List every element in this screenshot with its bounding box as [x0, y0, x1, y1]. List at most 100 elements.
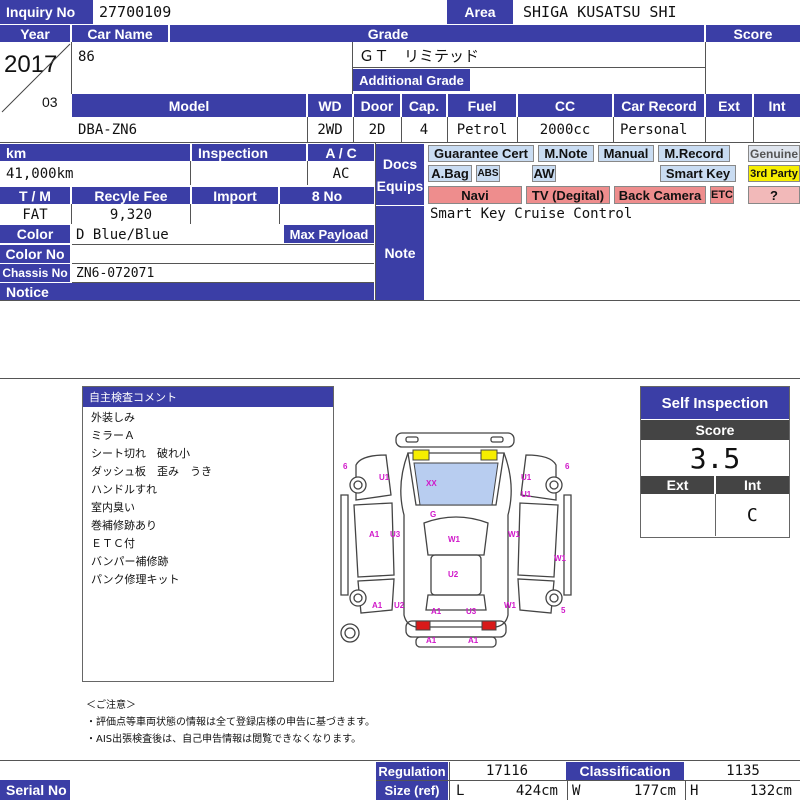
note-value: Smart Key Cruise Control	[430, 206, 633, 222]
self-int-value: C	[746, 504, 758, 526]
mark-six-left: 6	[343, 462, 348, 471]
area-value: SHIGA KUSATSU SHI	[523, 3, 677, 21]
colorno-label: Color No	[0, 245, 70, 263]
chip-smartkey: Smart Key	[660, 165, 736, 182]
inquiry-value: 27700109	[99, 3, 172, 21]
mark-five: 5	[561, 606, 566, 615]
cc-label: CC	[518, 94, 612, 117]
fuel-label: Fuel	[448, 94, 516, 117]
mark-w1-far-right: W1	[554, 554, 567, 563]
cap-label: Cap.	[402, 94, 446, 117]
caution-block: ＜ご注意＞ ・評価点等車両状態の情報は全て登録店様の申告に基づきます。 ・AIS…	[86, 697, 375, 748]
caution-title: ＜ご注意＞	[86, 700, 136, 711]
model-label: Model	[72, 94, 306, 117]
ext-label: Ext	[706, 94, 752, 117]
chip-tv: TV (Degital)	[526, 186, 610, 204]
note-label: Note	[376, 206, 424, 300]
mark-a1-bumper-l: A1	[426, 636, 437, 645]
width-label: W	[572, 782, 581, 799]
recycle-label: Recyle Fee	[72, 187, 190, 204]
mark-w1-right: W1	[508, 530, 521, 539]
docs-label-line2: Equips	[376, 177, 424, 194]
carname-value: 86	[78, 49, 95, 65]
chip-backcam: Back Camera	[614, 186, 706, 204]
chip-mnote: M.Note	[538, 145, 594, 162]
comment-line: ＥＴＣ付	[91, 537, 135, 550]
chip-abs: ABS	[476, 165, 500, 182]
docs-label: Docs Equips	[376, 144, 424, 205]
length-label: L	[456, 782, 465, 799]
classification-label: Classification	[566, 762, 684, 780]
comment-line: ハンドルすれ	[91, 483, 157, 496]
comment-box: 自主検査コメント 外装しみ ミラーＡ シート切れ 破れ小 ダッシュ板 歪み うき…	[82, 386, 334, 682]
comment-list: 外装しみ ミラーＡ シート切れ 破れ小 ダッシュ板 歪み うき ハンドルすれ 室…	[83, 407, 333, 591]
chip-navi: Navi	[428, 186, 522, 204]
caution-line1: ・評価点等車両状態の情報は全て登録店様の申告に基づきます。	[86, 717, 375, 728]
model-value: DBA-ZN6	[78, 122, 138, 138]
length-value: 424cm	[515, 782, 558, 799]
km-label: km	[0, 144, 190, 161]
serial-label: Serial No	[0, 780, 70, 800]
km-value: 41,000km	[6, 166, 74, 182]
mark-u2-lower: U2	[394, 601, 405, 610]
chassis-value: ZN6-072071	[76, 265, 155, 281]
inquiry-label: Inquiry No	[0, 0, 93, 24]
self-inspection-box: Self Inspection Score 3.5 Ext Int C	[640, 386, 790, 538]
caution-line2: ・AIS出張検査後は、自己申告情報は閲覧できなくなります。	[86, 734, 362, 745]
regulation-label: Regulation	[376, 762, 448, 780]
car-damage-diagram: XX G U1 U1 U1 A1 U3 W1 W1 U2 A1 U2 A1 U3…	[340, 432, 572, 648]
door-label: Door	[354, 94, 400, 117]
height-label: H	[690, 782, 699, 799]
color-label: Color	[0, 225, 70, 243]
comment-line: ダッシュ板 歪み うき	[91, 465, 212, 478]
cap-value: 4	[419, 122, 429, 138]
door-value: 2D	[368, 122, 386, 138]
wd-value: 2WD	[317, 122, 343, 138]
width-value: 177cm	[633, 782, 676, 799]
additional-grade-label: Additional Grade	[353, 69, 470, 91]
wd-label: WD	[308, 94, 352, 117]
chip-aw: AW	[532, 165, 556, 182]
self-score-label: Score	[641, 420, 789, 440]
comment-line: パンク修理キット	[91, 573, 180, 586]
mark-w1-lower-right: W1	[504, 601, 517, 610]
mark-a1-rear: A1	[431, 607, 442, 616]
notice-label: Notice	[0, 283, 374, 300]
comment-title: 自主検査コメント	[83, 387, 333, 407]
chip-unknown: ?	[748, 186, 800, 204]
comment-line: 室内臭い	[91, 501, 135, 514]
chip-mrecord: M.Record	[658, 145, 730, 162]
ac-value: AC	[332, 166, 350, 182]
mark-u1-left: U1	[379, 473, 390, 482]
regulation-value: 17116	[485, 763, 529, 779]
cc-value: 2000cc	[539, 122, 591, 138]
size-label: Size (ref)	[376, 781, 448, 800]
chip-abag: A.Bag	[428, 165, 472, 182]
self-ext-label: Ext	[641, 476, 715, 494]
import-label: Import	[192, 187, 278, 204]
docs-label-line1: Docs	[382, 155, 418, 172]
self-score-value: 3.5	[689, 441, 741, 475]
month-value: 03	[42, 94, 58, 110]
mark-a1-left: A1	[369, 530, 380, 539]
self-int-label: Int	[715, 476, 789, 494]
area-label: Area	[447, 0, 513, 24]
recycle-value: 9,320	[109, 207, 153, 223]
mark-a1-bumper-r: A1	[468, 636, 479, 645]
comment-line: ミラーＡ	[91, 429, 135, 442]
height-value: 132cm	[749, 782, 792, 799]
record-value: Personal	[620, 122, 688, 138]
mark-u2-center: U2	[448, 570, 459, 579]
tm-value: FAT	[22, 207, 48, 223]
comment-line: シート切れ 破れ小	[91, 447, 190, 460]
ac-label: A / C	[308, 144, 374, 161]
color-value: D Blue/Blue	[76, 227, 169, 243]
comment-line: バンパー補修跡	[91, 555, 169, 568]
payload-label: Max Payload	[284, 225, 374, 243]
self-inspection-title: Self Inspection	[641, 387, 789, 419]
score-label: Score	[706, 25, 800, 42]
chip-etc: ETC	[710, 186, 734, 204]
inspection-label: Inspection	[192, 144, 306, 161]
record-label: Car Record	[614, 94, 704, 117]
mark-u3-left: U3	[390, 530, 401, 539]
